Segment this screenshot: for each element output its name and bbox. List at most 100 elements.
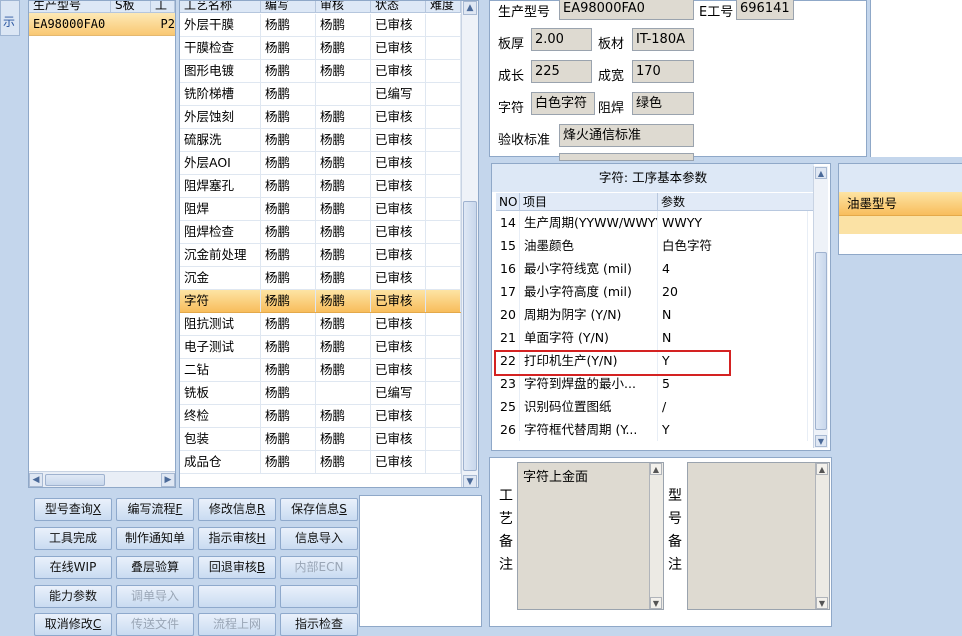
table-row[interactable]: 终检 杨鹏 杨鹏 已审核 — [180, 405, 461, 428]
left-side-tab[interactable]: 示 — [0, 0, 20, 36]
scroll-right-icon[interactable]: ▶ — [161, 472, 175, 487]
table-row[interactable]: 硫脲洗 杨鹏 杨鹏 已审核 — [180, 129, 461, 152]
horizontal-scrollbar[interactable]: ◀ ▶ — [29, 471, 175, 487]
empty-button[interactable] — [280, 585, 358, 608]
width-field[interactable]: 170 — [632, 60, 694, 83]
table-row[interactable]: 阻焊 杨鹏 杨鹏 已审核 — [180, 198, 461, 221]
table-row[interactable]: 外层干膜 杨鹏 杨鹏 已审核 — [180, 14, 461, 37]
param-item-cell: 生产周期(YYWW/WWYY) — [520, 211, 658, 234]
table-row[interactable]: 铣阶梯槽 杨鹏 已编写 — [180, 83, 461, 106]
process-grid: 工艺名称 编写 审核 状态 难度 外层干膜 杨鹏 杨鹏 已审核 干膜检查 杨鹏 杨鹏 已审核图… — [179, 0, 479, 488]
scroll-left-icon[interactable]: ◀ — [29, 472, 43, 487]
column-header[interactable]: 状态 — [371, 1, 426, 13]
stack-check-button[interactable]: 叠层验算 — [116, 556, 194, 579]
table-row[interactable]: EA98000FA0 P2 — [29, 13, 175, 36]
param-no-cell: 21 — [496, 326, 520, 349]
textarea-scrollbar[interactable]: ▲ ▼ — [649, 463, 663, 609]
scroll-up-icon[interactable]: ▲ — [816, 463, 828, 475]
column-header[interactable]: 工 — [151, 1, 175, 13]
adjust-import-button[interactable]: 调单导入 — [116, 585, 194, 608]
table-row[interactable]: 二钻 杨鹏 杨鹏 已审核 — [180, 359, 461, 382]
column-header[interactable]: 参数 — [658, 193, 808, 210]
material-field[interactable]: IT-180A — [632, 28, 694, 51]
param-row[interactable]: 14 生产周期(YYWW/WWYY) WWYY — [496, 211, 814, 234]
modify-info-button[interactable]: 修改信息R — [198, 498, 276, 521]
table-row[interactable]: 阻焊检查 杨鹏 杨鹏 已审核 — [180, 221, 461, 244]
process-status-cell: 已审核 — [371, 221, 426, 243]
table-row[interactable]: 图形电镀 杨鹏 杨鹏 已审核 — [180, 60, 461, 83]
ink-model-header[interactable]: 油墨型号 — [839, 192, 962, 216]
standard-field[interactable]: 烽火通信标准 — [559, 124, 694, 147]
thickness-field[interactable]: 2.00 — [531, 28, 592, 51]
scroll-down-icon[interactable]: ▼ — [650, 597, 662, 609]
info-import-button[interactable]: 信息导入 — [280, 527, 358, 550]
scroll-thumb[interactable] — [463, 201, 477, 471]
table-row[interactable]: 包装 杨鹏 杨鹏 已审核 — [180, 428, 461, 451]
table-row[interactable]: 电子测试 杨鹏 杨鹏 已审核 — [180, 336, 461, 359]
ink-model-row[interactable] — [839, 216, 962, 234]
model-remark-textarea[interactable]: ▲ ▼ — [687, 462, 830, 610]
table-row[interactable]: 外层蚀刻 杨鹏 杨鹏 已审核 — [180, 106, 461, 129]
param-row[interactable]: 25 识别码位置图纸 / — [496, 395, 814, 418]
tool-done-button[interactable]: 工具完成 — [34, 527, 112, 550]
table-row[interactable]: 外层AOI 杨鹏 杨鹏 已审核 — [180, 152, 461, 175]
vertical-scrollbar[interactable]: ▲ ▼ — [461, 1, 478, 487]
column-header[interactable]: 编写 — [261, 1, 316, 13]
process-name-cell: 干膜检查 — [180, 37, 261, 59]
model-field[interactable]: EA98000FA0 — [559, 0, 694, 20]
table-row[interactable]: 字符 杨鹏 杨鹏 已审核 — [180, 290, 461, 313]
length-field[interactable]: 225 — [531, 60, 592, 83]
save-info-button[interactable]: 保存信息S — [280, 498, 358, 521]
instruction-check-button[interactable]: 指示检查 — [280, 613, 358, 636]
scroll-thumb[interactable] — [45, 473, 105, 486]
column-header[interactable]: 工艺名称 — [180, 1, 261, 13]
flow-online-button[interactable]: 流程上网 — [198, 613, 276, 636]
param-row[interactable]: 17 最小字符高度 (mil) 20 — [496, 280, 814, 303]
scroll-down-icon[interactable]: ▼ — [816, 597, 828, 609]
model-query-button[interactable]: 型号查询X — [34, 498, 112, 521]
column-header[interactable]: 审核 — [316, 1, 371, 13]
capability-params-button[interactable]: 能力参数 — [34, 585, 112, 608]
character-field[interactable]: 白色字符 — [531, 92, 595, 115]
params-scrollbar[interactable]: ▲ ▼ — [813, 166, 828, 448]
write-flow-button[interactable]: 编写流程F — [116, 498, 194, 521]
scroll-down-icon[interactable]: ▼ — [815, 435, 827, 447]
table-row[interactable]: 沉金 杨鹏 杨鹏 已审核 — [180, 267, 461, 290]
param-row[interactable]: 21 单面字符 (Y/N) N — [496, 326, 814, 349]
column-header[interactable]: NO — [496, 193, 520, 210]
cancel-modify-button[interactable]: 取消修改C — [34, 613, 112, 636]
solder-mask-field[interactable]: 绿色 — [632, 92, 694, 115]
param-row[interactable]: 16 最小字符线宽 (mil) 4 — [496, 257, 814, 280]
e-number-field[interactable]: 696141 — [736, 0, 794, 20]
table-row[interactable]: 阻抗测试 杨鹏 杨鹏 已审核 — [180, 313, 461, 336]
table-row[interactable]: 成品仓 杨鹏 杨鹏 已审核 — [180, 451, 461, 474]
make-notice-button[interactable]: 制作通知单 — [116, 527, 194, 550]
internal-ecn-button[interactable]: 内部ECN — [280, 556, 358, 579]
textarea-scrollbar[interactable]: ▲ ▼ — [815, 463, 829, 609]
send-file-button[interactable]: 传送文件 — [116, 613, 194, 636]
process-reviewer-cell: 杨鹏 — [316, 267, 371, 289]
table-row[interactable]: 阻焊塞孔 杨鹏 杨鹏 已审核 — [180, 175, 461, 198]
table-row[interactable]: 沉金前处理 杨鹏 杨鹏 已审核 — [180, 244, 461, 267]
scroll-up-icon[interactable]: ▲ — [815, 167, 827, 179]
empty-button[interactable] — [198, 585, 276, 608]
process-remark-textarea[interactable]: 字符上金面 ▲ ▼ — [517, 462, 664, 610]
revert-review-button[interactable]: 回退审核B — [198, 556, 276, 579]
column-header[interactable]: 生产型号 — [29, 1, 111, 13]
table-row[interactable]: 干膜检查 杨鹏 杨鹏 已审核 — [180, 37, 461, 60]
process-reviewer-cell: 杨鹏 — [316, 336, 371, 358]
scroll-up-icon[interactable]: ▲ — [650, 463, 662, 475]
scroll-up-icon[interactable]: ▲ — [463, 1, 477, 15]
instruction-review-button[interactable]: 指示审核H — [198, 527, 276, 550]
column-header[interactable]: S板 — [111, 1, 151, 13]
column-header[interactable]: 项目 — [520, 193, 658, 210]
param-row[interactable]: 26 字符框代替周期 (Y... Y — [496, 418, 814, 441]
param-row[interactable]: 15 油墨颜色 白色字符 — [496, 234, 814, 257]
column-header[interactable]: 难度 — [426, 1, 461, 13]
next-field[interactable] — [559, 153, 694, 161]
scroll-thumb[interactable] — [815, 252, 827, 430]
scroll-down-icon[interactable]: ▼ — [463, 475, 477, 487]
param-row[interactable]: 20 周期为阴字 (Y/N) N — [496, 303, 814, 326]
online-wip-button[interactable]: 在线WIP — [34, 556, 112, 579]
table-row[interactable]: 铣板 杨鹏 已编写 — [180, 382, 461, 405]
